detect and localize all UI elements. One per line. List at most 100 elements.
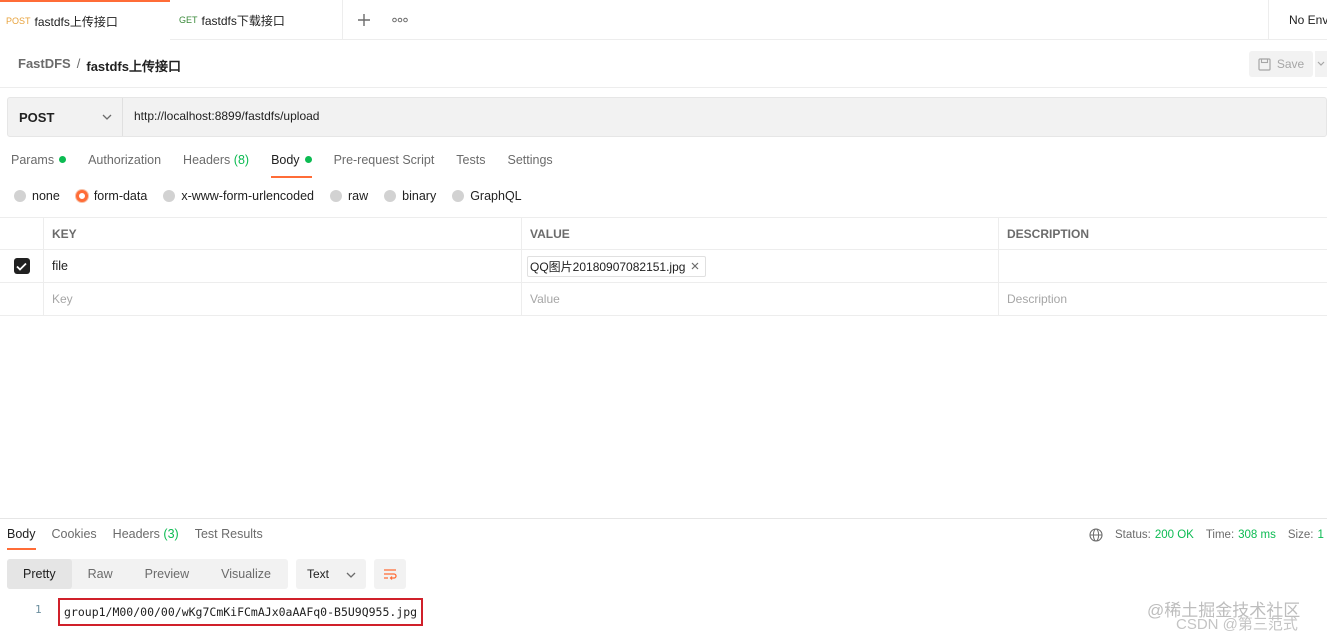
tab-tests[interactable]: Tests <box>456 153 485 179</box>
wrap-lines-icon <box>384 569 397 580</box>
radio-graphql-label: GraphQL <box>470 189 522 203</box>
breadcrumb-separator: / <box>76 56 81 71</box>
tab-fastdfs-upload[interactable]: POST fastdfs上传接口 <box>0 0 170 40</box>
radio-none-label: none <box>32 189 60 203</box>
response-tab-cookies[interactable]: Cookies <box>52 527 97 551</box>
response-headers-count: (3) <box>163 527 179 541</box>
response-tab-body[interactable]: Body <box>7 527 36 551</box>
description-cell[interactable] <box>999 250 1327 282</box>
new-tab-button[interactable] <box>352 8 376 32</box>
response-meta: Status: 200 OK Time: 308 ms Size: 1 <box>1089 528 1327 542</box>
view-pretty[interactable]: Pretty <box>7 559 72 589</box>
radio-circle <box>14 190 26 202</box>
tab-headers[interactable]: Headers (8) <box>183 153 249 179</box>
response-divider[interactable] <box>0 518 1327 519</box>
value-placeholder-input[interactable]: Value <box>522 283 999 315</box>
globe-icon[interactable] <box>1089 528 1103 542</box>
method-select-value: POST <box>19 109 55 125</box>
column-header-value: VALUE <box>522 218 999 250</box>
radio-raw-label: raw <box>348 189 369 203</box>
request-tabs: Params Authorization Headers (8) Body Pr… <box>11 153 575 179</box>
status-value[interactable]: 200 OK <box>1155 529 1194 541</box>
response-tab-test-results[interactable]: Test Results <box>195 527 263 551</box>
url-input[interactable]: http://localhost:8899/fastdfs/upload <box>134 109 319 123</box>
description-placeholder-input[interactable]: Description <box>999 283 1327 315</box>
key-placeholder-input[interactable]: Key <box>44 283 522 315</box>
row-checkbox-cell <box>0 283 44 315</box>
status-label: Status: <box>1115 529 1151 541</box>
body-indicator-dot <box>304 156 312 163</box>
radio-circle <box>384 190 397 202</box>
value-cell[interactable]: QQ图片20180907082151.jpg <box>522 250 999 282</box>
chevron-down-icon <box>102 114 112 120</box>
save-options-button[interactable] <box>1315 51 1327 77</box>
row-checkbox-cell <box>0 250 44 282</box>
response-tabs: Body Cookies Headers (3) Test Results <box>7 527 279 551</box>
radio-circle-selected <box>75 190 88 202</box>
body-type-selector: none form-data x-www-form-urlencoded raw… <box>14 189 538 203</box>
radio-urlencoded[interactable]: x-www-form-urlencoded <box>163 189 314 203</box>
tab-title: fastdfs下载接口 <box>201 13 285 28</box>
form-data-table: KEY VALUE DESCRIPTION file QQ图片201809070… <box>0 217 1327 316</box>
headers-count: (8) <box>233 153 250 167</box>
radio-binary[interactable]: binary <box>384 189 436 203</box>
more-tabs-button[interactable] <box>388 8 412 32</box>
request-tab-bar: POST fastdfs上传接口 GET fastdfs下载接口 No Envi <box>0 0 1327 40</box>
column-header-key: KEY <box>44 218 522 250</box>
row-enabled-checkbox[interactable] <box>13 258 30 274</box>
tab-prerequest-script[interactable]: Pre-request Script <box>334 153 435 179</box>
save-icon <box>1258 57 1271 71</box>
radio-none[interactable]: none <box>14 189 60 203</box>
response-view-modes: Pretty Raw Preview Visualize <box>7 559 288 589</box>
tab-prerequest-label: Pre-request Script <box>333 153 435 167</box>
tab-settings-label: Settings <box>507 153 553 167</box>
tab-authorization[interactable]: Authorization <box>88 153 161 179</box>
watermark-csdn: CSDN @第三范式 <box>1176 616 1298 633</box>
tab-settings[interactable]: Settings <box>507 153 552 179</box>
response-body-text[interactable]: group1/M00/00/00/wKg7CmKiFCmAJx0aAAFq0-B… <box>58 598 424 626</box>
radio-form-data-label: form-data <box>93 189 148 203</box>
tab-method-label: GET <box>179 15 198 25</box>
view-preview[interactable]: Preview <box>129 559 205 589</box>
header-checkbox-cell <box>0 218 44 250</box>
table-header-row: KEY VALUE DESCRIPTION <box>0 217 1327 250</box>
radio-circle <box>452 190 465 202</box>
chevron-down-icon <box>346 572 356 578</box>
size-value[interactable]: 1 <box>1317 529 1323 541</box>
environment-selector[interactable]: No Envi <box>1268 0 1327 40</box>
response-tab-headers-label: Headers <box>112 527 160 541</box>
close-icon[interactable] <box>691 262 699 270</box>
breadcrumb-request-name[interactable]: fastdfs上传接口 <box>86 56 181 75</box>
line-number: 1 <box>35 603 42 616</box>
radio-form-data[interactable]: form-data <box>75 189 148 203</box>
tab-title: fastdfs上传接口 <box>34 14 118 29</box>
chevron-down-icon <box>1317 61 1325 66</box>
save-label: Save <box>1276 57 1305 71</box>
breadcrumb-collection[interactable]: FastDFS <box>18 56 71 75</box>
tab-params[interactable]: Params <box>11 153 67 179</box>
file-name: QQ图片20180907082151.jpg <box>530 259 686 274</box>
tab-method-label: POST <box>6 16 31 26</box>
radio-graphql[interactable]: GraphQL <box>452 189 522 203</box>
view-raw[interactable]: Raw <box>72 559 129 589</box>
tab-body[interactable]: Body <box>271 153 312 179</box>
tab-fastdfs-download[interactable]: GET fastdfs下载接口 <box>173 0 343 40</box>
radio-raw[interactable]: raw <box>330 189 368 203</box>
time-value[interactable]: 308 ms <box>1238 529 1276 541</box>
view-visualize[interactable]: Visualize <box>205 559 287 589</box>
format-select[interactable]: Text <box>296 559 366 589</box>
tab-authorization-label: Authorization <box>88 153 162 167</box>
plus-icon <box>358 14 370 26</box>
radio-binary-label: binary <box>402 189 437 203</box>
radio-urlencoded-label: x-www-form-urlencoded <box>181 189 314 203</box>
time-label: Time: <box>1205 529 1235 541</box>
wrap-lines-button[interactable] <box>374 559 406 589</box>
response-tab-headers[interactable]: Headers (3) <box>113 527 179 551</box>
key-cell[interactable]: file <box>44 250 522 282</box>
method-select[interactable]: POST <box>8 98 123 136</box>
ellipsis-icon <box>392 17 408 23</box>
column-header-description: DESCRIPTION <box>1007 227 1090 241</box>
tab-body-label: Body <box>271 153 300 167</box>
save-button[interactable]: Save <box>1249 51 1313 77</box>
url-bar: POST http://localhost:8899/fastdfs/uploa… <box>7 97 1327 137</box>
